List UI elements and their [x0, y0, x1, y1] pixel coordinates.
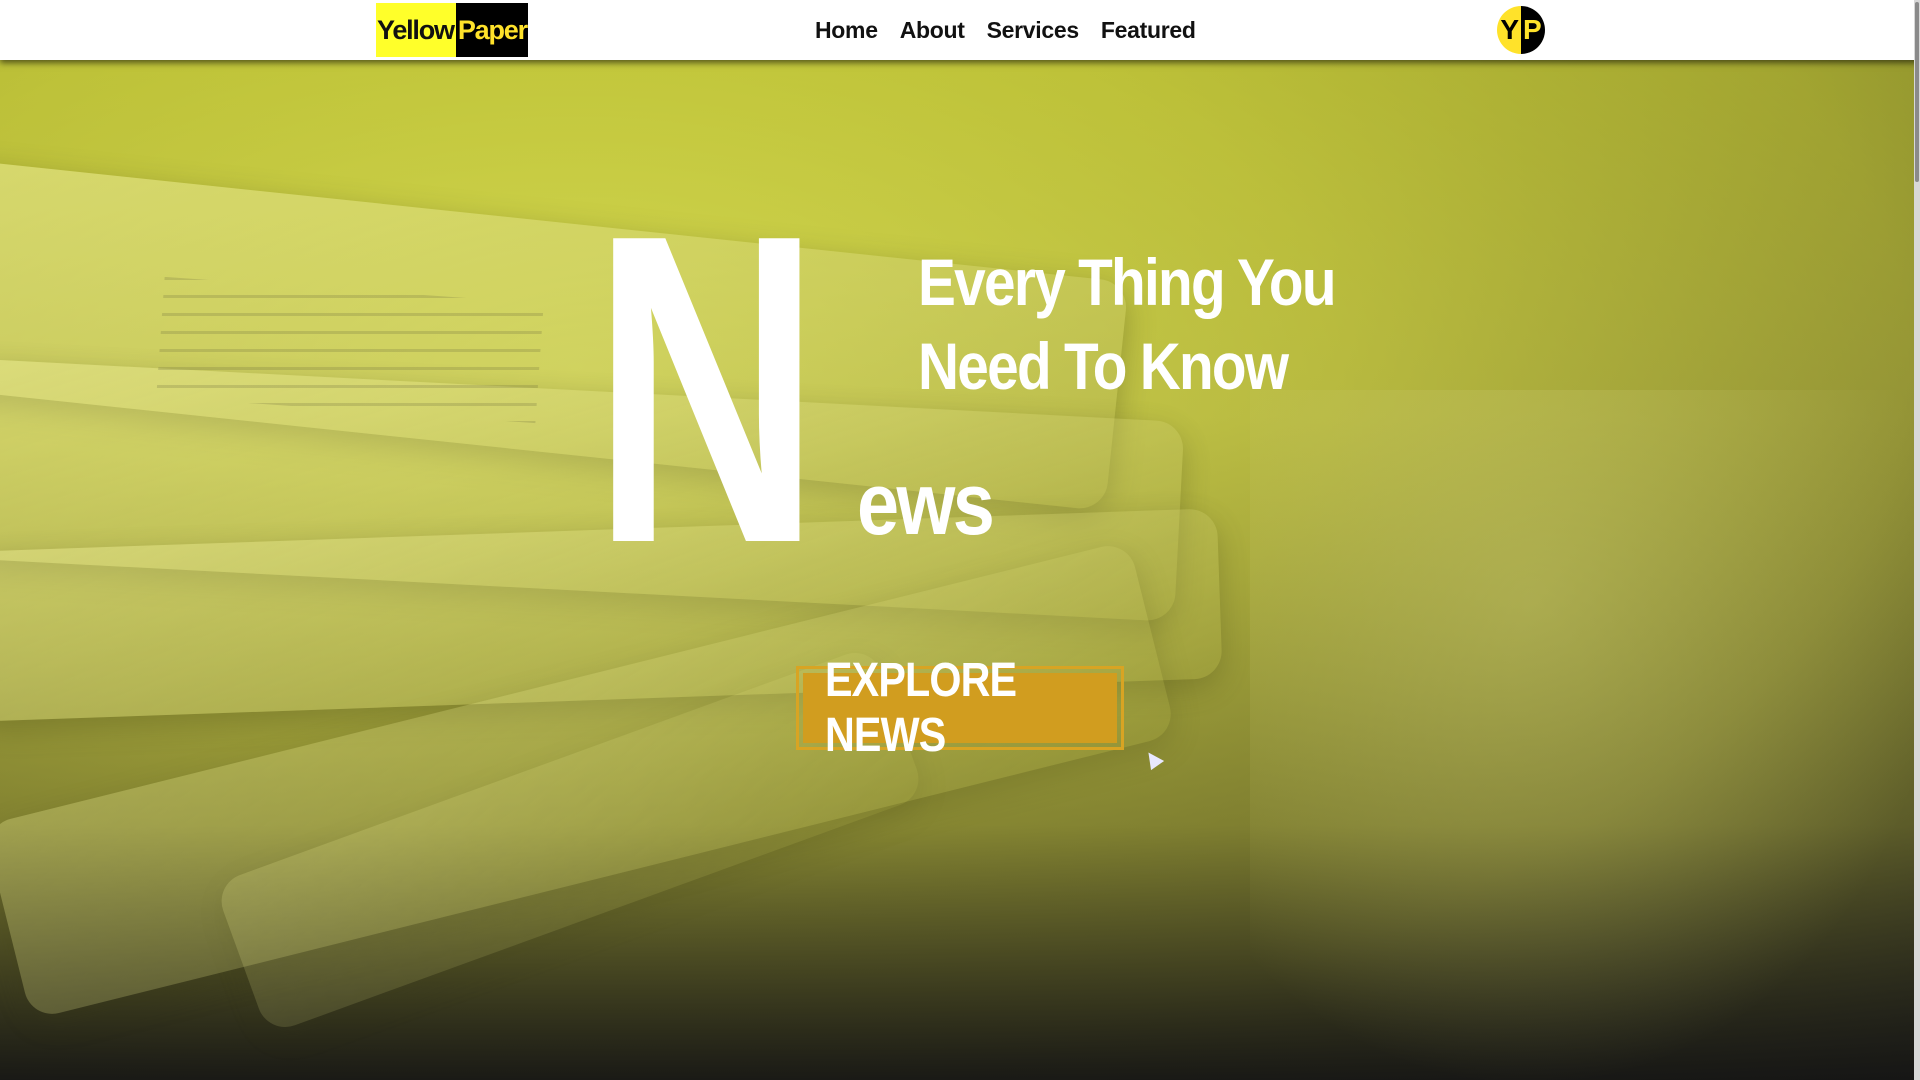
hero-tagline: Every Thing You Need To Know: [918, 240, 1365, 408]
page-scrollbar[interactable]: [1914, 0, 1920, 1080]
brand-logo[interactable]: Yellow Paper: [376, 3, 528, 57]
brand-logo-part-paper: Paper: [455, 3, 528, 57]
background-glow: [1250, 390, 1920, 1080]
brand-logo-part-yellow: Yellow: [376, 3, 456, 57]
scrollbar-thumb[interactable]: [1915, 2, 1919, 182]
main-nav: Home About Services Featured: [815, 0, 1196, 60]
hero-tagline-line2: Need To Know: [918, 329, 1289, 403]
nav-home-link[interactable]: Home: [815, 17, 878, 44]
explore-news-label: EXPLORE NEWS: [824, 654, 1017, 762]
hero-tagline-line1: Every Thing You: [918, 245, 1337, 319]
yp-avatar-icon[interactable]: Y P: [1497, 6, 1545, 54]
nav-services-link[interactable]: Services: [987, 17, 1080, 44]
nav-featured-link[interactable]: Featured: [1101, 17, 1196, 44]
explore-news-button[interactable]: EXPLORE NEWS: [796, 654, 1124, 762]
avatar-letter-y: Y: [1497, 6, 1521, 54]
hero-big-letter: N: [592, 144, 821, 635]
nav-about-link[interactable]: About: [900, 17, 965, 44]
hero-section: [0, 60, 1920, 1080]
top-navbar: Yellow Paper Home About Services Feature…: [0, 0, 1920, 60]
avatar-letter-p: P: [1521, 6, 1545, 54]
hero-word-rest: ews: [857, 454, 995, 553]
explore-news-button-face: EXPLORE NEWS: [803, 654, 1117, 762]
